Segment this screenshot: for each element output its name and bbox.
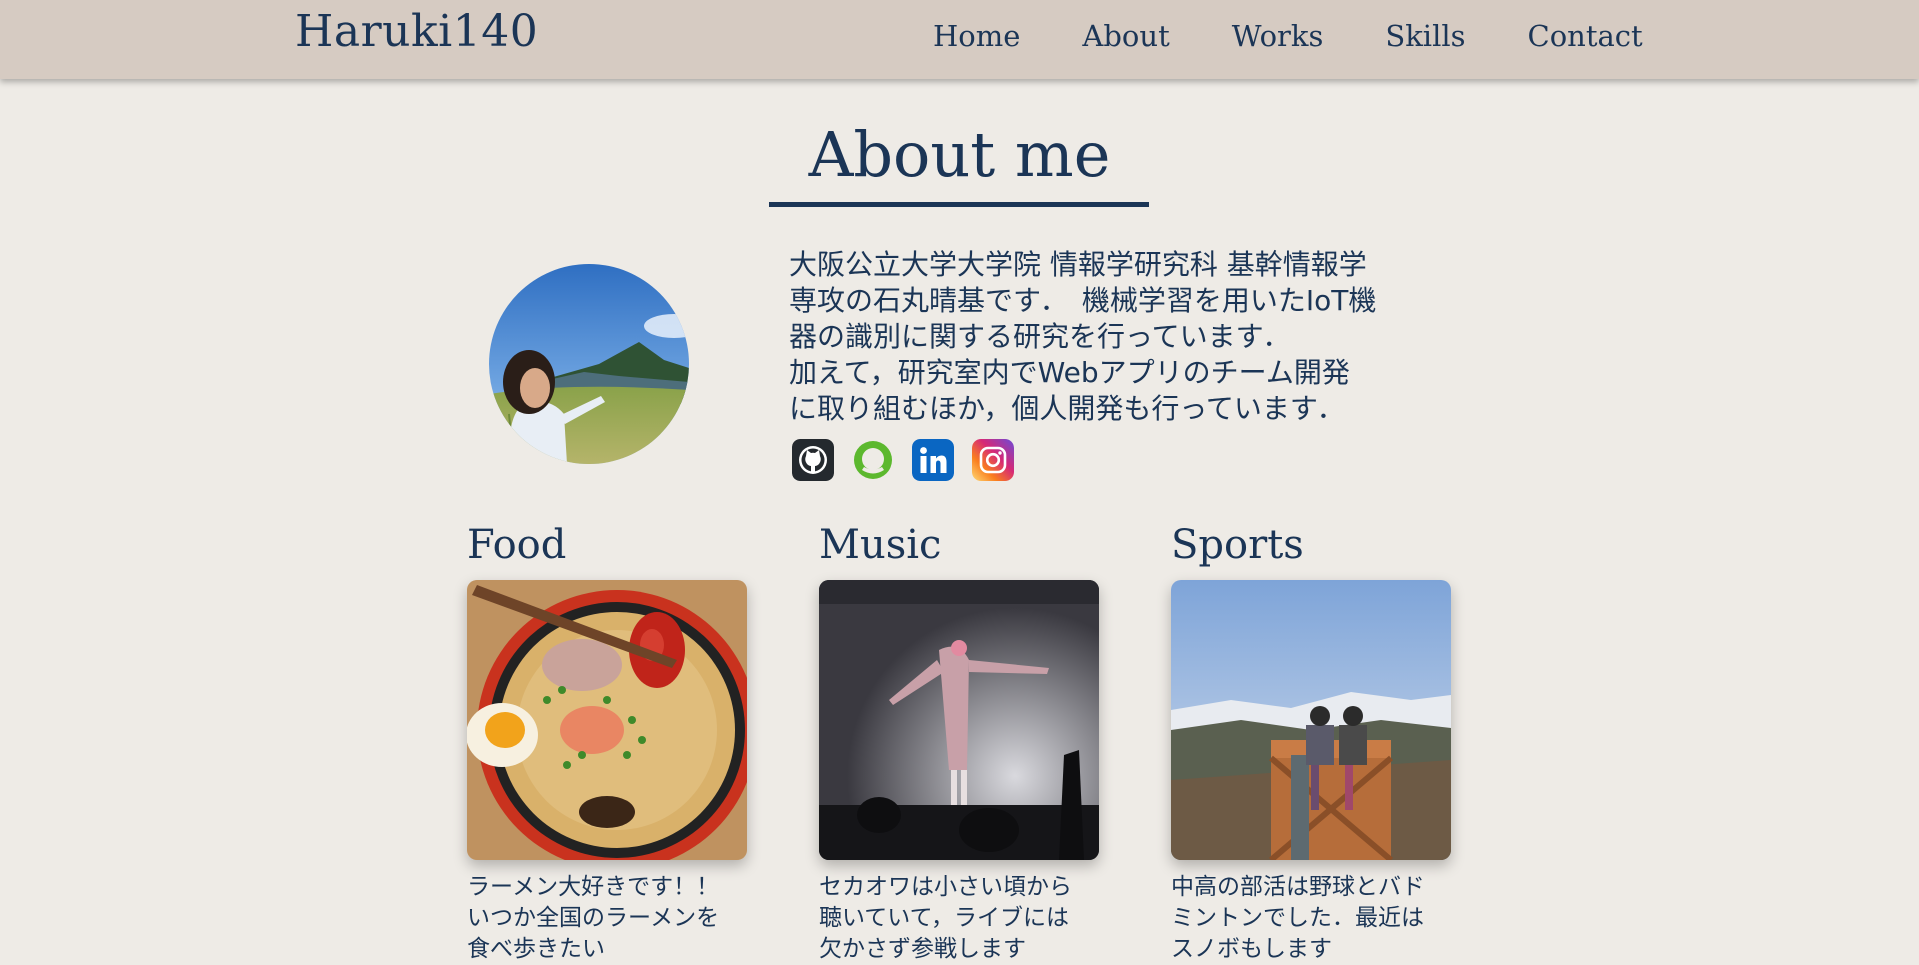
github-icon[interactable] <box>792 439 834 481</box>
hobby-description: 中高の部活は野球とバド ミントンでした．最近は スノボもします <box>1171 872 1453 965</box>
hobby-description: ラーメン大好きです！！ いつか全国のラーメンを 食べ歩きたい <box>467 872 749 965</box>
title-underline <box>769 202 1149 207</box>
bio-line: 器の識別に関する研究を行っています． <box>789 320 1291 353</box>
nav-about[interactable]: About <box>1082 19 1169 53</box>
social-links <box>792 439 1032 481</box>
hobby-desc-line: セカオワは小さい頃から <box>819 874 1072 900</box>
concert-photo <box>819 580 1099 860</box>
hobby-desc-line: 欠かさず参戦します <box>819 936 1026 962</box>
ramen-photo <box>467 580 747 860</box>
bio-line: 加えて，研究室内でWebアプリのチーム開発 <box>789 356 1350 389</box>
nav-links: Home About Works Skills Contact <box>933 19 1643 53</box>
hobby-desc-line: いつか全国のラーメンを <box>467 905 720 931</box>
bio-line: 大阪公立大学大学院 情報学研究科 基幹情報学 <box>789 248 1367 281</box>
hobby-card-music: Music セカオワは小さい頃から 聴いていて，ライブには 欠かさず参戦します <box>819 520 1101 965</box>
section-title: About me <box>808 118 1111 191</box>
bio-line: 専攻の石丸晴基です． 機械学習を用いたIoT機 <box>789 284 1377 317</box>
hobby-desc-line: ラーメン大好きです！！ <box>467 874 720 900</box>
hobby-description: セカオワは小さい頃から 聴いていて，ライブには 欠かさず参戦します <box>819 872 1101 965</box>
atcoder-icon[interactable] <box>852 439 894 481</box>
brand-logo[interactable]: Haruki140 <box>295 6 538 57</box>
hobby-card-food: Food ラーメン大好きです！！ いつか全国のラーメンを 食べ歩きたい <box>467 520 749 965</box>
instagram-icon[interactable] <box>972 439 1014 481</box>
bio-text: 大阪公立大学大学院 情報学研究科 基幹情報学 専攻の石丸晴基です． 機械学習を用… <box>789 247 1429 427</box>
hobby-title: Sports <box>1171 522 1304 568</box>
nav-skills[interactable]: Skills <box>1385 19 1465 53</box>
hobby-desc-line: 聴いていて，ライブには <box>819 905 1070 931</box>
hobby-title: Food <box>467 522 567 568</box>
hobby-desc-line: 食べ歩きたい <box>467 936 605 962</box>
navbar: Haruki140 Home About Works Skills Contac… <box>0 0 1919 79</box>
linkedin-icon[interactable] <box>912 439 954 481</box>
hobby-title: Music <box>819 522 942 568</box>
hobby-desc-line: ミントンでした．最近は <box>1171 905 1424 931</box>
hobby-card-sports: Sports 中高の部活は野球とバド ミントンでした．最近は スノボもします <box>1171 520 1453 965</box>
nav-home[interactable]: Home <box>933 19 1020 53</box>
bio-line: に取り組むほか，個人開発も行っています． <box>789 392 1345 425</box>
hobby-desc-line: スノボもします <box>1171 936 1332 962</box>
nav-works[interactable]: Works <box>1232 19 1324 53</box>
snowboard-photo <box>1171 580 1451 860</box>
avatar <box>489 264 689 464</box>
hobby-desc-line: 中高の部活は野球とバド <box>1171 874 1425 900</box>
nav-contact[interactable]: Contact <box>1528 19 1643 53</box>
